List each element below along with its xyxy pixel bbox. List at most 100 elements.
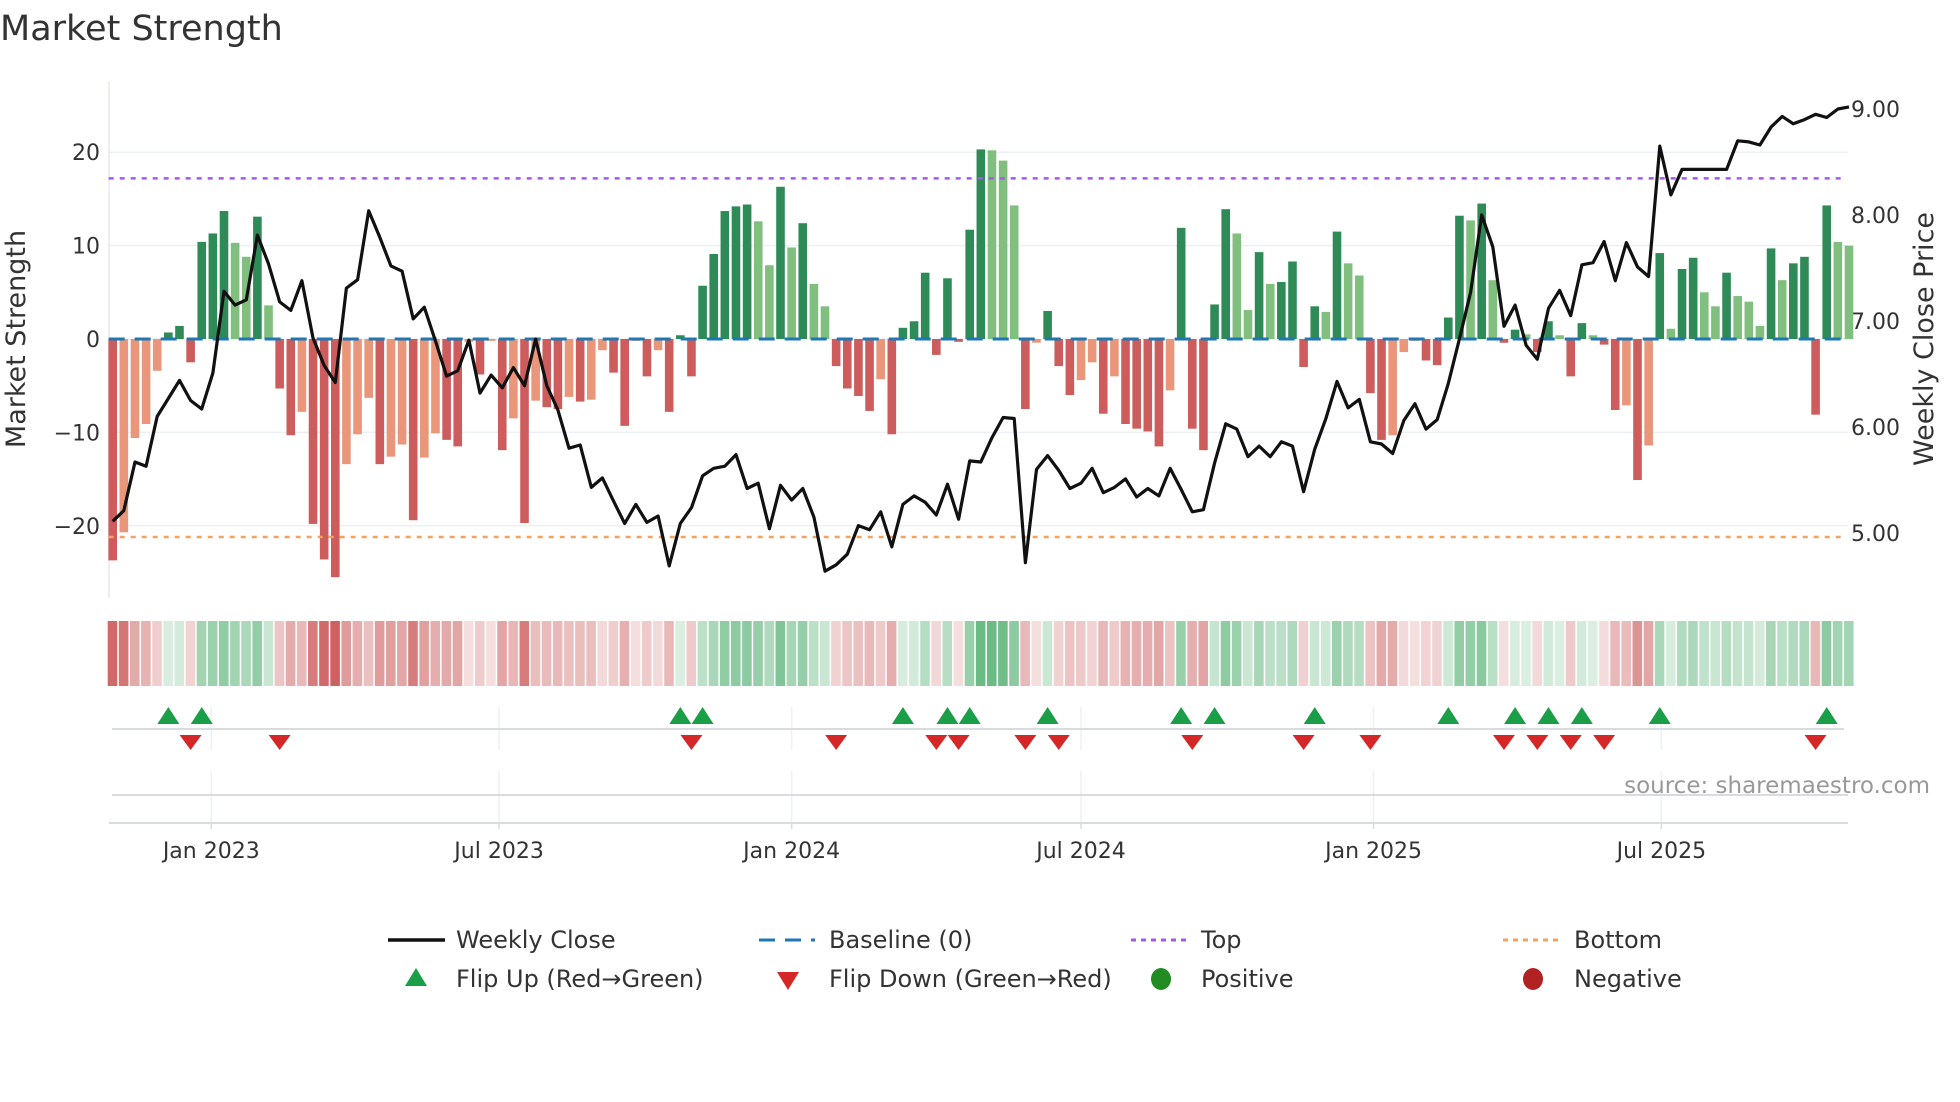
legend-item-positive[interactable]: Positive xyxy=(1151,965,1294,993)
heatmap-cell xyxy=(1098,621,1108,686)
legend-item-baseline[interactable]: Baseline (0) xyxy=(759,926,972,954)
flip-up-marker xyxy=(1036,707,1059,724)
negative-bar xyxy=(342,339,351,465)
heatmap-cell xyxy=(608,621,619,686)
x-tick-label: Jul 2025 xyxy=(1615,839,1707,864)
heatmap-cell xyxy=(285,621,296,686)
negative-bar xyxy=(397,339,407,445)
negative-bar xyxy=(308,339,318,524)
negative-bar xyxy=(141,339,151,424)
negative-bar xyxy=(1065,339,1075,396)
flip-up-marker xyxy=(691,707,714,724)
negative-bar xyxy=(1610,339,1620,410)
heatmap-cell xyxy=(196,621,207,686)
positive-bar xyxy=(798,223,808,339)
heatmap-cell xyxy=(452,621,463,686)
negative-bar xyxy=(453,339,463,447)
heatmap-cell xyxy=(1810,621,1821,686)
legend-item-weekly-close[interactable]: Weekly Close xyxy=(388,926,616,954)
positive-bar xyxy=(1354,275,1364,339)
negative-bar xyxy=(1377,339,1386,440)
positive-bar xyxy=(1488,280,1498,339)
heatmap-cell xyxy=(1365,621,1375,686)
positive-bar xyxy=(1722,272,1731,339)
flip-up-marker xyxy=(936,707,959,724)
flip-down-marker xyxy=(268,735,291,750)
heatmap-cell xyxy=(964,621,975,686)
heatmap-cell xyxy=(1777,621,1787,686)
legend-item-top[interactable]: Top xyxy=(1131,926,1242,954)
flip-down-marker xyxy=(925,735,948,750)
heatmap-cell xyxy=(697,621,708,686)
heatmap-cell xyxy=(797,621,808,686)
heatmap-cell xyxy=(1521,621,1531,686)
heatmap-cell xyxy=(986,621,997,686)
heatmap-cell xyxy=(1487,621,1498,686)
flip-up-marker xyxy=(891,707,914,724)
heatmap-cell xyxy=(296,621,307,686)
heatmap-cell xyxy=(1510,621,1520,686)
heatmap-cell xyxy=(1587,621,1598,686)
heatmap-cell xyxy=(753,621,763,686)
y-tick-label: 10 xyxy=(72,235,100,260)
heatmap-cell xyxy=(1643,621,1654,686)
heatmap-cell xyxy=(1176,621,1186,686)
triangle-down-icon xyxy=(777,972,799,990)
negative-bar xyxy=(152,339,162,371)
heatmap-cell xyxy=(730,621,741,686)
legend-item-flip-up[interactable]: Flip Up (Red→Green) xyxy=(405,965,704,993)
heatmap-cell xyxy=(1532,621,1542,686)
legend-label: Negative xyxy=(1574,965,1682,993)
negative-bar xyxy=(1132,339,1141,429)
heatmap-cell xyxy=(241,621,251,686)
legend-item-negative[interactable]: Negative xyxy=(1523,965,1682,993)
positive-bar xyxy=(1444,317,1453,339)
negative-bar xyxy=(1622,339,1631,406)
positive-bar xyxy=(1254,252,1264,339)
chart-title: Market Strength xyxy=(0,9,283,49)
legend-item-flip-down[interactable]: Flip Down (Green→Red) xyxy=(777,965,1112,993)
positive-bar xyxy=(1221,209,1230,339)
heatmap-cell xyxy=(597,621,608,686)
heatmap-cell xyxy=(163,621,173,686)
legend-label: Flip Up (Red→Green) xyxy=(456,965,704,993)
heatmap-cell xyxy=(1554,621,1565,686)
heatmap-cell xyxy=(630,621,641,686)
heatmap-cell xyxy=(831,621,841,686)
heatmap-cell xyxy=(474,621,485,686)
right-axis-ticks: 9.00 8.00 7.00 6.00 5.00 xyxy=(1851,98,1900,547)
heatmap-cell xyxy=(1287,621,1298,686)
heatmap-cell xyxy=(1053,621,1064,686)
legend-label: Weekly Close xyxy=(456,926,616,954)
x-tick-label: Jan 2023 xyxy=(161,839,260,864)
heatmap-cell xyxy=(575,621,585,686)
heatmap-cell xyxy=(1276,621,1286,686)
flip-up-marker xyxy=(1170,707,1193,724)
heatmap-cell xyxy=(853,621,864,686)
market-strength-chart: Market Strength 20 10 0 −10 −20 9.00 8.00 7.00… xyxy=(0,9,1940,993)
flip-up-marker xyxy=(1570,707,1593,724)
heatmap-cell xyxy=(1832,621,1843,686)
negative-bar xyxy=(1188,339,1197,429)
negative-bar xyxy=(1199,339,1208,451)
heatmap-cell xyxy=(1543,621,1554,686)
negative-bar xyxy=(475,339,485,375)
heatmap-cell xyxy=(1153,621,1164,686)
flip-down-marker xyxy=(179,735,202,750)
flip-down-marker xyxy=(1492,735,1515,750)
heatmap-cell xyxy=(1688,621,1698,686)
y-tick-label: 0 xyxy=(86,328,100,353)
positive-bar xyxy=(1343,263,1353,339)
negative-bar xyxy=(442,339,451,440)
negative-bar xyxy=(1165,339,1175,391)
source-label: source: sharemaestro.com xyxy=(1624,773,1930,799)
negative-bar xyxy=(1121,339,1130,424)
heatmap-cell xyxy=(808,621,819,686)
positive-bar xyxy=(1744,301,1754,339)
legend-item-bottom[interactable]: Bottom xyxy=(1503,926,1662,954)
heatmap-cell xyxy=(1732,621,1743,686)
negative-bar xyxy=(1110,339,1119,377)
heatmap-cell xyxy=(1699,621,1709,686)
x-tick-label: Jan 2025 xyxy=(1323,839,1422,864)
negative-bar xyxy=(186,339,195,363)
